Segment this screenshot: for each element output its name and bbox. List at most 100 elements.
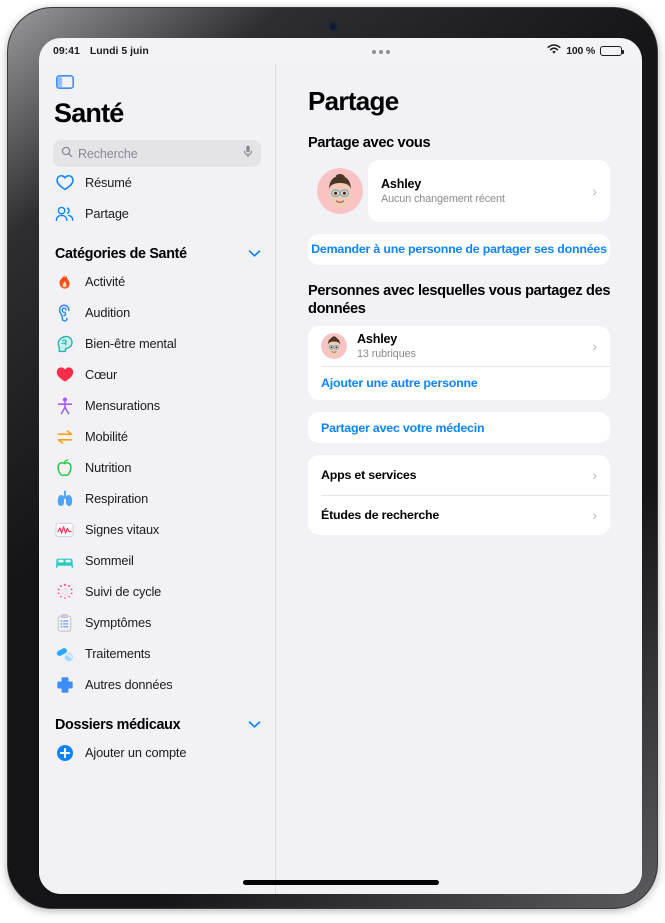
- section-header-categories[interactable]: Catégories de Santé: [53, 245, 261, 263]
- body-figure-icon: [55, 396, 74, 415]
- request-share-button[interactable]: Demander à une personne de partager ses …: [308, 233, 610, 265]
- sidebar-item-respiration[interactable]: Respiration: [53, 483, 261, 514]
- person-name: Ashley: [381, 176, 422, 191]
- status-bar: 09:41 Lundi 5 juin 100 %: [39, 38, 642, 64]
- person-texts: Ashley 13 rubriques: [357, 332, 584, 360]
- sidebar-item-label: Partage: [85, 206, 129, 221]
- chevron-down-icon[interactable]: [248, 245, 261, 263]
- share-with-doctor-label: Partager avec votre médecin: [321, 420, 485, 435]
- sidebar-item-coeur[interactable]: Cœur: [53, 359, 261, 390]
- sidebar-item-ajouter-un-compte[interactable]: Ajouter un compte: [53, 737, 261, 768]
- clipboard-icon: [55, 613, 74, 632]
- apps-and-services-row[interactable]: Apps et services ›: [308, 455, 610, 495]
- sidebar-item-symptomes[interactable]: Symptômes: [53, 607, 261, 638]
- shared-with-you-person-row[interactable]: Ashley Aucun changement récent ›: [368, 159, 610, 222]
- sidebar-item-label: Suivi de cycle: [85, 584, 162, 599]
- sidebar-item-label: Symptômes: [85, 615, 152, 630]
- lungs-icon: [55, 489, 74, 508]
- sidebar-item-label: Nutrition: [85, 460, 132, 475]
- sidebar-item-audition[interactable]: Audition: [53, 297, 261, 328]
- person-texts: Ashley Aucun changement récent: [381, 177, 584, 205]
- sidebar-item-activite[interactable]: Activité: [53, 266, 261, 297]
- head-brain-icon: [55, 334, 74, 353]
- front-camera: [328, 22, 337, 31]
- row-texts: Études de recherche: [321, 508, 584, 522]
- ashley-avatar: [321, 333, 347, 360]
- flame-icon: [55, 272, 74, 291]
- sidebar-item-label: Signes vitaux: [85, 522, 160, 537]
- section-header-dossiers-medicaux[interactable]: Dossiers médicaux: [53, 716, 261, 734]
- ashley-avatar: [317, 167, 363, 214]
- sidebar-item-nutrition[interactable]: Nutrition: [53, 452, 261, 483]
- row-texts: Apps et services: [321, 468, 584, 482]
- sidebar-item-label: Activité: [85, 274, 126, 289]
- people-icon: [55, 204, 74, 223]
- screen: 09:41 Lundi 5 juin 100 % Santé Recherche…: [39, 38, 642, 894]
- research-studies-label: Études de recherche: [321, 508, 440, 523]
- multitask-dot: [386, 50, 390, 54]
- plus-cross-icon: [55, 675, 74, 694]
- search-field[interactable]: Recherche: [53, 140, 261, 167]
- pills-icon: [55, 644, 74, 663]
- sidebar-item-label: Mobilité: [85, 429, 128, 444]
- extra-links-card: Apps et services › Études de recherche ›: [308, 455, 610, 536]
- heart-filled-icon: [55, 365, 74, 384]
- person-status: Aucun changement récent: [381, 192, 505, 205]
- sidebar-item-resume[interactable]: Résumé: [53, 167, 261, 198]
- sidebar-item-autres-donnees[interactable]: Autres données: [53, 669, 261, 700]
- battery-percent: 100 %: [566, 45, 595, 57]
- sidebar-item-mensurations[interactable]: Mensurations: [53, 390, 261, 421]
- request-share-label: Demander à une personne de partager ses …: [311, 242, 607, 257]
- wifi-icon: [547, 44, 561, 58]
- sidebar-item-signes-vitaux[interactable]: Signes vitaux: [53, 514, 261, 545]
- ipad-device-frame: 09:41 Lundi 5 juin 100 % Santé Recherche…: [8, 8, 657, 908]
- multitask-dot: [379, 50, 383, 54]
- sidebar-item-label: Ajouter un compte: [85, 745, 187, 760]
- multitask-dot: [372, 50, 376, 54]
- status-bar-left: 09:41 Lundi 5 juin: [53, 45, 149, 57]
- sidebar-item-mobilite[interactable]: Mobilité: [53, 421, 261, 452]
- sidebar-item-label: Audition: [85, 305, 131, 320]
- sidebar-item-traitements[interactable]: Traitements: [53, 638, 261, 669]
- home-indicator[interactable]: [242, 880, 439, 885]
- cycle-tracking-icon: [55, 582, 74, 601]
- sidebar-item-label: Cœur: [85, 367, 118, 382]
- search-input[interactable]: Recherche: [78, 147, 238, 161]
- person-detail: 13 rubriques: [357, 348, 416, 361]
- sidebar-item-label: Résumé: [85, 175, 132, 190]
- heart-outline-icon: [55, 173, 74, 192]
- microphone-icon[interactable]: [243, 145, 253, 163]
- section-title-shared-with-you: Partage avec vous: [308, 135, 431, 151]
- vitals-waveform-icon: [55, 520, 74, 539]
- status-time: 09:41: [53, 45, 80, 57]
- mobility-arrows-icon: [55, 427, 74, 446]
- research-studies-row[interactable]: Études de recherche ›: [308, 495, 610, 535]
- sidebar-item-label: Traitements: [85, 646, 151, 661]
- section-title: Catégories de Santé: [55, 246, 187, 262]
- main-pane: Partage Partage avec vous Ashley Aucun c…: [276, 64, 642, 894]
- add-another-person-row[interactable]: Ajouter une autre personne: [308, 366, 610, 400]
- sidebar-item-partage[interactable]: Partage: [53, 198, 261, 229]
- multitasking-control[interactable]: [372, 50, 390, 54]
- status-date: Lundi 5 juin: [89, 45, 149, 57]
- chevron-right-icon: ›: [592, 338, 597, 355]
- bed-icon: [55, 551, 74, 570]
- chevron-down-icon[interactable]: [248, 716, 261, 734]
- section-title-sharing-with: Personnes avec lesquelles vous partagez …: [308, 282, 611, 318]
- sidebar-toggle-icon[interactable]: [53, 72, 77, 92]
- sidebar-item-label: Autres données: [85, 677, 173, 692]
- plus-circle-icon: [55, 743, 74, 762]
- sidebar-item-bien-etre-mental[interactable]: Bien-être mental: [53, 328, 261, 359]
- chevron-right-icon: ›: [592, 467, 597, 484]
- share-with-doctor-button[interactable]: Partager avec votre médecin: [308, 412, 610, 444]
- sidebar-item-suivi-de-cycle[interactable]: Suivi de cycle: [53, 576, 261, 607]
- sidebar: Santé Recherche Résumé Partage Catégorie…: [39, 64, 276, 894]
- sidebar-item-label: Respiration: [85, 491, 149, 506]
- status-bar-right: 100 %: [547, 44, 624, 58]
- sidebar-item-label: Sommeil: [85, 553, 134, 568]
- sharing-person-row[interactable]: Ashley 13 rubriques ›: [308, 326, 610, 366]
- sidebar-item-sommeil[interactable]: Sommeil: [53, 545, 261, 576]
- page-title: Partage: [308, 86, 399, 116]
- add-another-person-label: Ajouter une autre personne: [321, 376, 478, 391]
- apple-icon: [55, 458, 74, 477]
